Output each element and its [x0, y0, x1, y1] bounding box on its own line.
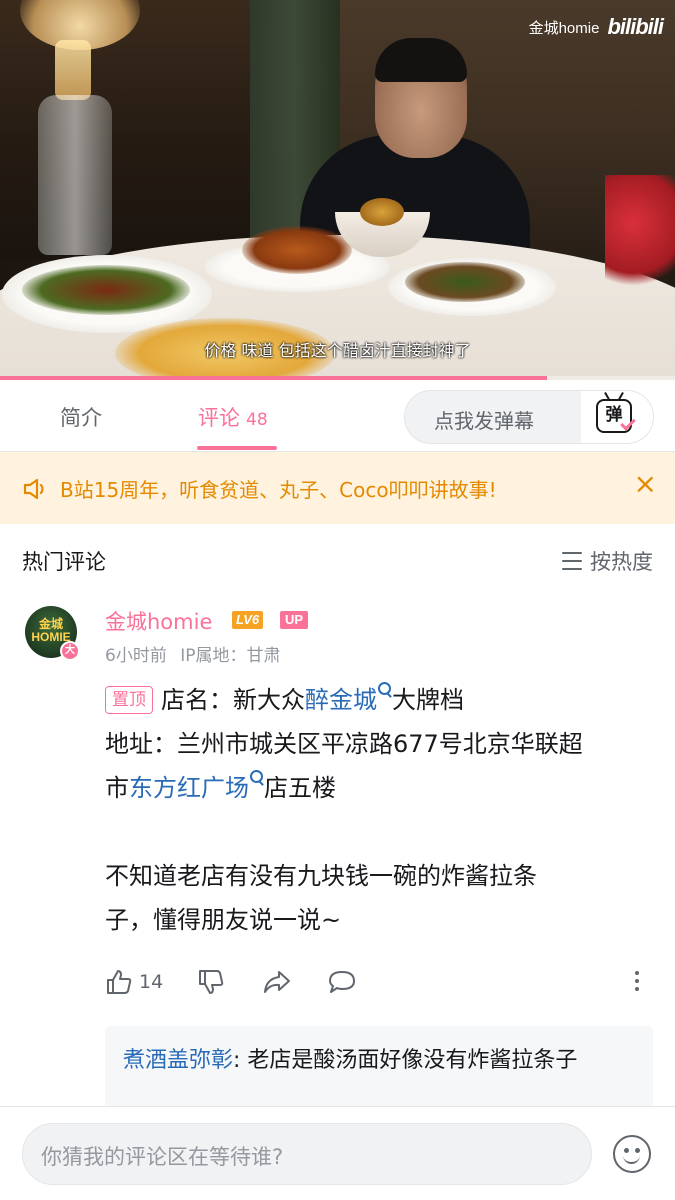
comment-username[interactable]: 金城homie [105, 606, 212, 636]
reply-item: 煮酒盖弥彰: 老店是酸汤面好像没有炸酱拉条子 [123, 1044, 638, 1078]
like-button[interactable]: 14 [105, 968, 163, 996]
danmaku-placeholder: 点我发弹幕 [434, 409, 534, 433]
comment-time: 6小时前 [105, 646, 167, 666]
comment-text: 不知道老店有没有九块钱一碗的炸酱拉条 [105, 862, 537, 890]
comment-actions: 14 [105, 968, 655, 1000]
tab-intro[interactable]: 简介 [60, 402, 102, 432]
more-options-icon[interactable] [635, 971, 639, 991]
comment-text: 市 [105, 774, 129, 802]
bilibili-logo: bilibili [607, 14, 664, 39]
like-count: 14 [139, 971, 164, 993]
hot-comments-title: 热门评论 [22, 550, 106, 574]
comment-text: 店五楼 [264, 774, 336, 802]
search-keyword-link[interactable]: 醉金城 [305, 686, 377, 714]
tab-active-indicator [197, 446, 277, 450]
reply-text: : 老店是酸汤面好像没有炸酱拉条子 [233, 1048, 578, 1073]
share-icon [264, 971, 290, 993]
search-keyword-link[interactable]: 东方红广场 [129, 774, 249, 802]
emoji-icon[interactable] [613, 1135, 651, 1173]
announcement-text: B站15周年，听食贫道、丸子、Coco叩叩讲故事! [60, 478, 497, 502]
comment-input[interactable]: 你猜我的评论区在等待谁? [22, 1123, 592, 1185]
comment-count: 48 [246, 410, 268, 430]
video-frame-noodles [360, 198, 404, 226]
comment-text: 店名：新大众 [161, 686, 305, 714]
watermark-user: 金城homie [528, 19, 600, 37]
danmaku-input[interactable]: 点我发弹幕 弹 [404, 390, 654, 444]
comment-content: 置顶 店名：新大众醉金城 大牌档 地址：兰州市城关区平凉路677号北京华联超 市东方… [105, 678, 660, 942]
thumbs-up-icon [107, 970, 132, 994]
share-button[interactable] [262, 968, 292, 996]
close-icon[interactable]: × [634, 470, 657, 498]
dislike-button[interactable] [197, 968, 225, 996]
video-frame-dish [242, 226, 352, 274]
thumbs-down-icon [199, 970, 224, 994]
danmaku-icon-char: 弹 [605, 405, 623, 425]
avatar-badge: 大 [60, 641, 80, 661]
speaker-icon [23, 478, 44, 500]
sort-icon [562, 552, 582, 570]
tab-comments-label: 评论 [198, 406, 240, 430]
bottom-comment-bar: 你猜我的评论区在等待谁? [0, 1106, 675, 1200]
tab-bar: 简介 评论 48 点我发弹幕 弹 [0, 380, 675, 452]
comment-text: 大牌档 [392, 686, 464, 714]
sort-button[interactable]: 按热度 [562, 546, 653, 576]
comment-text: 子，懂得朋友说一说~ [105, 906, 342, 934]
comment-ip: IP属地：甘肃 [180, 646, 281, 666]
video-frame-lantern [55, 40, 91, 100]
up-badge: UP [280, 611, 309, 629]
video-player[interactable]: 金城homie bilibili 价格 味道 包括这个醋卤汁直接封神了 [0, 0, 675, 380]
level-badge: LV6 [232, 611, 264, 629]
video-watermark: 金城homie bilibili [528, 14, 664, 40]
announcement-banner[interactable]: B站15周年，听食贫道、丸子、Coco叩叩讲故事! × [0, 452, 675, 524]
comment-bubble-icon [329, 971, 355, 993]
video-frame-carafe [38, 95, 112, 255]
reply-button[interactable] [327, 968, 357, 996]
video-frame-dish [405, 262, 525, 302]
search-icon [378, 682, 392, 696]
pinned-badge: 置顶 [105, 686, 153, 714]
comment-input-placeholder: 你猜我的评论区在等待谁? [41, 1145, 284, 1169]
video-frame-decoration [605, 175, 675, 295]
comment-text: 地址：兰州市城关区平凉路677号北京华联超 [105, 730, 583, 758]
sort-label: 按热度 [590, 550, 653, 574]
danmaku-toggle-button[interactable]: 弹 [581, 391, 653, 443]
tab-intro-label: 简介 [60, 406, 102, 430]
video-frame-dish [22, 265, 190, 315]
reply-username[interactable]: 煮酒盖弥彰 [123, 1048, 233, 1073]
video-subtitle: 价格 味道 包括这个醋卤汁直接封神了 [204, 341, 471, 360]
tab-comments[interactable]: 评论 48 [198, 402, 268, 432]
search-icon [250, 770, 264, 784]
comment-meta: 6小时前 IP属地：甘肃 [105, 641, 281, 666]
